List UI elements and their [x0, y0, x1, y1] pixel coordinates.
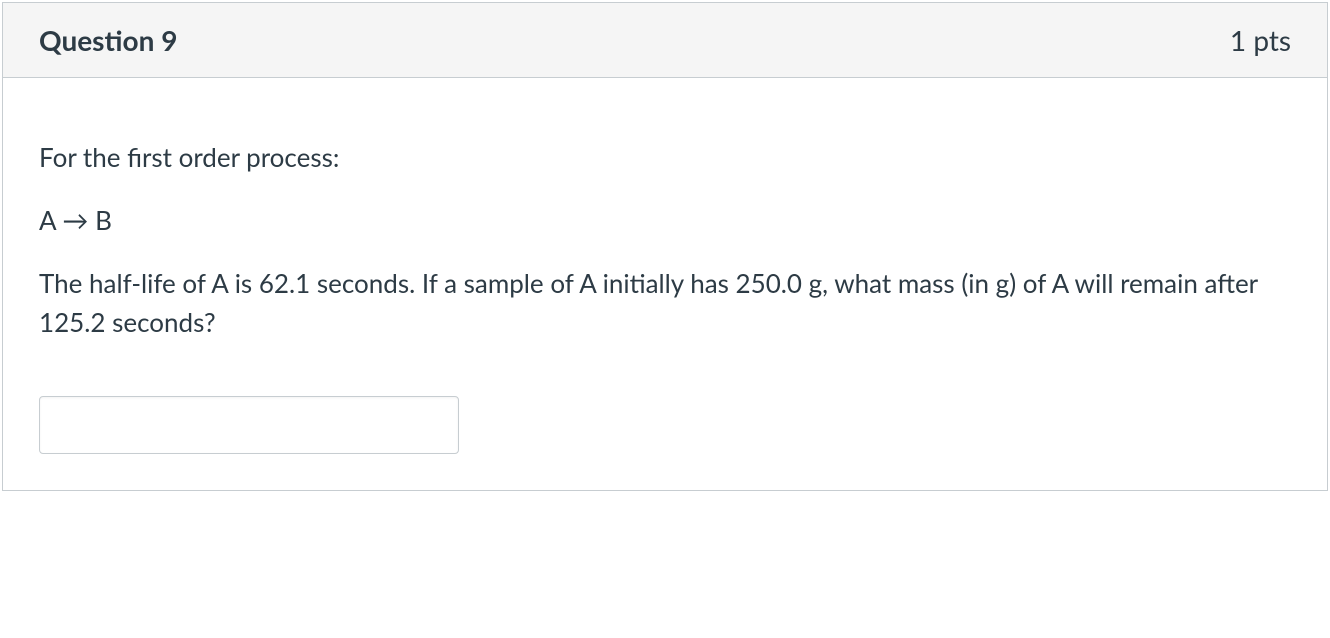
question-text-line3: The half-life of A is 62.1 seconds. If a… [39, 264, 1291, 342]
question-points: 1 pts [1230, 23, 1291, 57]
product-b: B [95, 204, 112, 236]
arrow-right-icon: → [62, 201, 88, 240]
question-card: Question 9 1 pts For the first order pro… [2, 2, 1328, 491]
question-body: For the first order process: A → B The h… [3, 78, 1327, 490]
answer-input[interactable] [39, 396, 459, 454]
question-reaction: A → B [39, 201, 1291, 240]
reactant-a: A [39, 204, 56, 236]
question-title: Question 9 [39, 23, 177, 57]
question-header: Question 9 1 pts [3, 3, 1327, 78]
question-text-line1: For the first order process: [39, 138, 1291, 177]
